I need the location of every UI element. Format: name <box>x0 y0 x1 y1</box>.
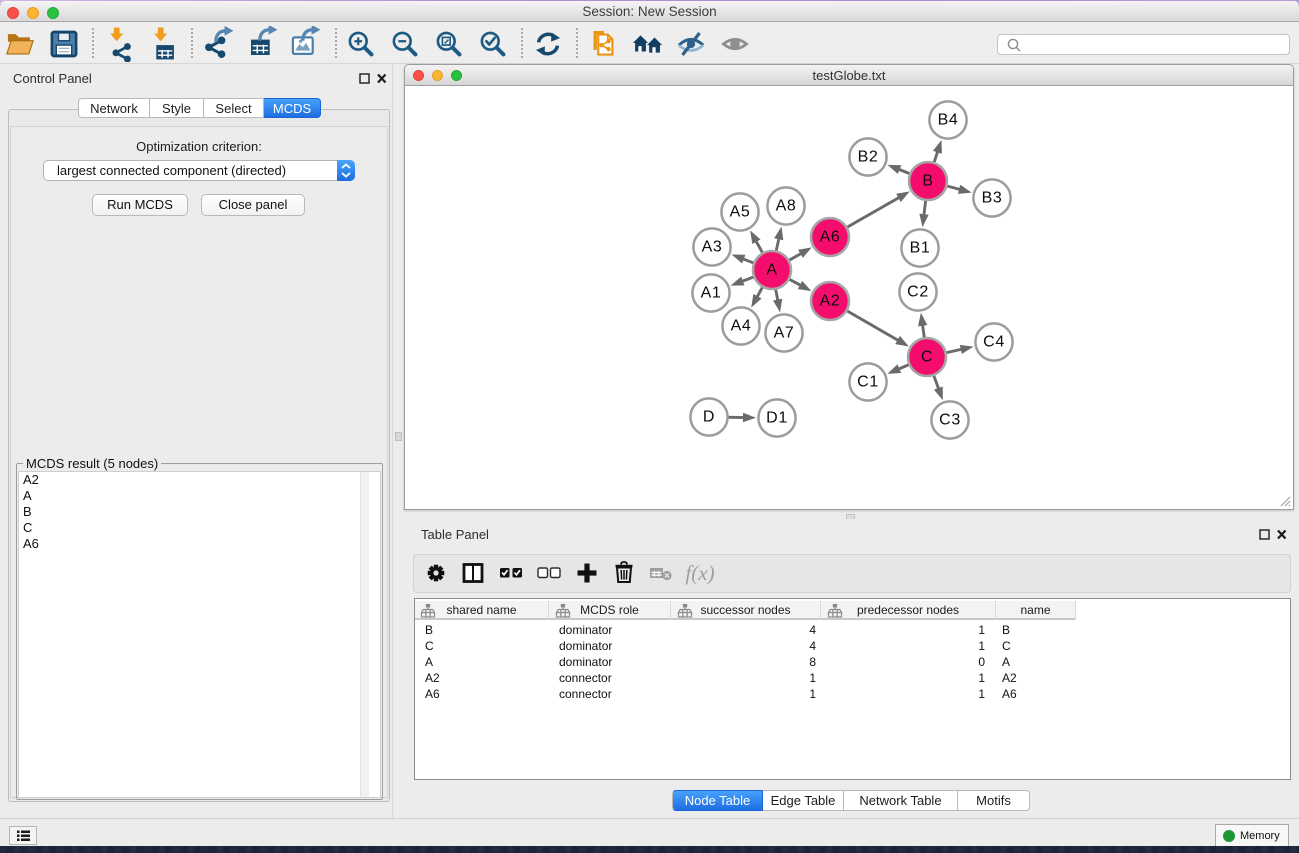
svg-text:B4: B4 <box>938 112 959 129</box>
svg-text:A6: A6 <box>820 229 841 246</box>
svg-text:B1: B1 <box>910 240 931 257</box>
svg-text:A8: A8 <box>776 198 797 215</box>
svg-text:C3: C3 <box>939 412 961 429</box>
svg-text:B3: B3 <box>982 190 1003 207</box>
svg-text:A4: A4 <box>731 318 752 335</box>
svg-text:C4: C4 <box>983 334 1005 351</box>
svg-text:A7: A7 <box>774 325 795 342</box>
svg-text:A3: A3 <box>702 239 723 256</box>
svg-text:C1: C1 <box>857 374 879 391</box>
svg-text:D1: D1 <box>766 410 788 427</box>
svg-text:f(x): f(x) <box>685 561 714 585</box>
svg-text:A2: A2 <box>820 293 841 310</box>
svg-text:B: B <box>922 173 933 190</box>
svg-text:A: A <box>766 262 777 279</box>
svg-text:D: D <box>703 409 715 426</box>
svg-text:B2: B2 <box>858 149 879 166</box>
svg-text:A5: A5 <box>730 204 751 221</box>
svg-text:C: C <box>921 349 933 366</box>
svg-text:C2: C2 <box>907 284 929 301</box>
svg-text:A1: A1 <box>701 285 722 302</box>
